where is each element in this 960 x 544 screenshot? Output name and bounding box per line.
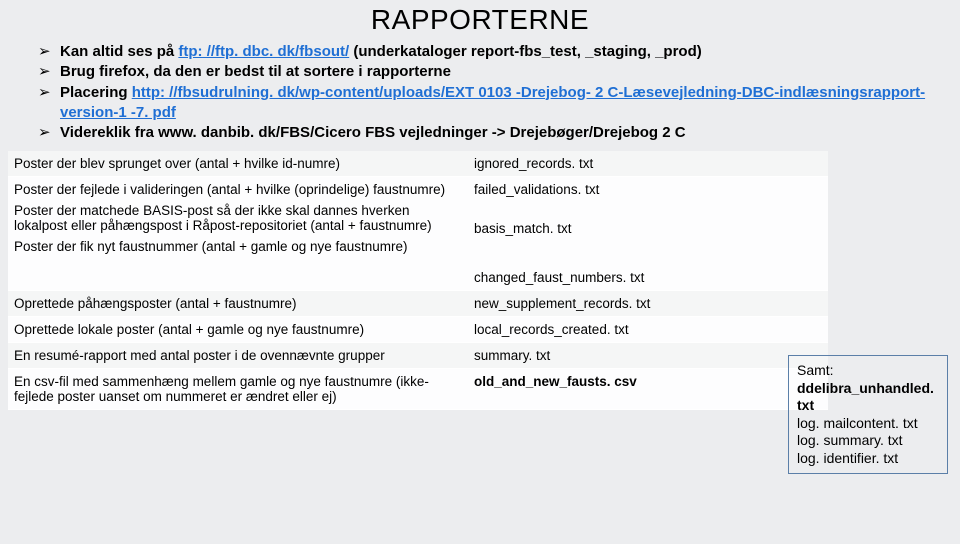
table-cell-desc: En resumé-rapport med antal poster i de … <box>8 343 468 369</box>
bullet-text: Brug firefox, da den er bedst til at sor… <box>60 63 451 80</box>
ftp-link[interactable]: ftp: //ftp. dbc. dk/fbsout/ <box>178 43 349 60</box>
table-cell-line: changed_faust_numbers. txt <box>474 270 822 285</box>
bullet-text: Placering <box>60 84 132 101</box>
sidebox-line: log. identifier. txt <box>797 450 939 468</box>
bullet-text: Kan altid ses på <box>60 43 178 60</box>
table-row: Poster der fejlede i valideringen (antal… <box>8 177 828 291</box>
table-cell-desc: Poster der fejlede i valideringen (antal… <box>8 177 468 291</box>
table-cell-desc: Poster der blev sprunget over (antal + h… <box>8 151 468 177</box>
bullet-item: Kan altid ses på ftp: //ftp. dbc. dk/fbs… <box>38 42 942 62</box>
table-cell-line: basis_match. txt <box>474 221 822 236</box>
table-cell-desc: Oprettede påhængsposter (antal + faustnu… <box>8 291 468 317</box>
sidebox: Samt: ddelibra_unhandled. txt log. mailc… <box>788 355 948 474</box>
table-cell-file: new_supplement_records. txt <box>468 291 828 317</box>
bullet-item: Videreklik fra www. danbib. dk/FBS/Cicer… <box>38 123 942 143</box>
sidebox-head: Samt: <box>797 362 939 380</box>
table-cell-desc: Oprettede lokale poster (antal + gamle o… <box>8 317 468 343</box>
table-cell-desc: En csv-fil med sammenhæng mellem gamle o… <box>8 369 468 410</box>
sidebox-line: log. mailcontent. txt <box>797 415 939 433</box>
table-cell-file: local_records_created. txt <box>468 317 828 343</box>
report-table: Poster der blev sprunget over (antal + h… <box>8 151 828 410</box>
bullet-text: (underkataloger report-fbs_test, _stagin… <box>349 43 702 60</box>
table-cell-line: Poster der matchede BASIS-post så der ik… <box>14 203 462 233</box>
sidebox-line: ddelibra_unhandled. txt <box>797 380 939 415</box>
page-title: RAPPORTERNE <box>0 4 960 36</box>
http-link[interactable]: http: //fbsudrulning. dk/wp-content/uplo… <box>60 84 925 121</box>
bullet-list: Kan altid ses på ftp: //ftp. dbc. dk/fbs… <box>38 42 942 143</box>
table-row: Oprettede lokale poster (antal + gamle o… <box>8 317 828 343</box>
table-row: En resumé-rapport med antal poster i de … <box>8 343 828 369</box>
bullet-item: Brug firefox, da den er bedst til at sor… <box>38 62 942 82</box>
table-cell-line: Poster der fik nyt faustnummer (antal + … <box>14 239 462 254</box>
table-cell-file: old_and_new_fausts. csv <box>468 369 828 410</box>
table-cell-file: summary. txt <box>468 343 828 369</box>
bullet-item: Placering http: //fbsudrulning. dk/wp-co… <box>38 83 942 124</box>
table-cell-file: failed_validations. txt basis_match. txt… <box>468 177 828 291</box>
table-row: Poster der blev sprunget over (antal + h… <box>8 151 828 177</box>
bullet-text: Videreklik fra www. danbib. dk/FBS/Cicer… <box>60 124 686 141</box>
table-cell-file: ignored_records. txt <box>468 151 828 177</box>
table-cell-line: failed_validations. txt <box>474 182 822 197</box>
table-row: En csv-fil med sammenhæng mellem gamle o… <box>8 369 828 410</box>
table-row: Oprettede påhængsposter (antal + faustnu… <box>8 291 828 317</box>
table-cell-line: Poster der fejlede i valideringen (antal… <box>14 182 462 197</box>
sidebox-line: log. summary. txt <box>797 432 939 450</box>
